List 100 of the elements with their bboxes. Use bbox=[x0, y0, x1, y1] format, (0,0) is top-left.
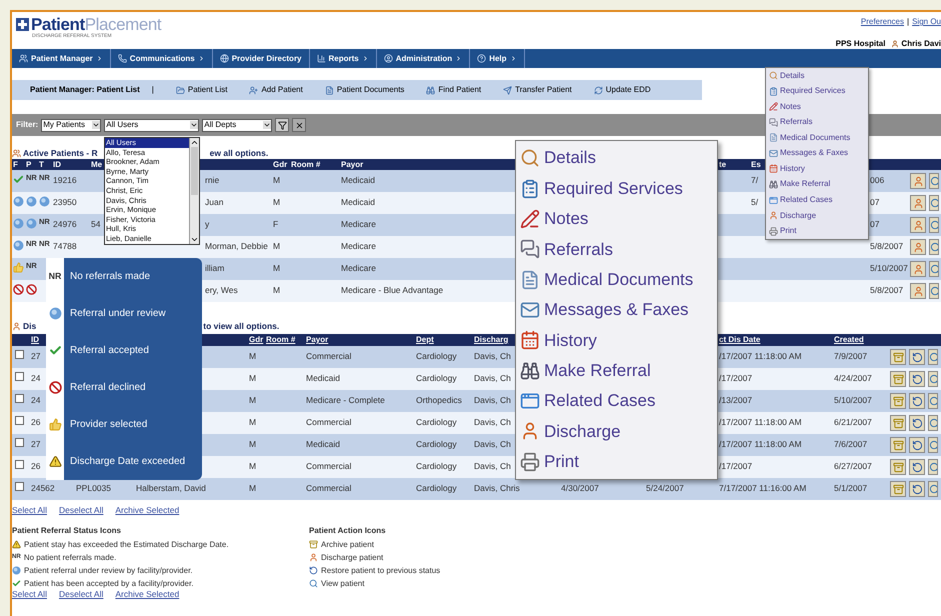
toolbar-button[interactable]: Find Patient bbox=[426, 84, 482, 96]
discharge-button[interactable] bbox=[910, 195, 926, 211]
menu-item[interactable]: Notes bbox=[520, 206, 717, 232]
people-icon bbox=[19, 54, 28, 63]
menu-item[interactable]: Make Referral bbox=[769, 178, 868, 190]
checkbox[interactable] bbox=[15, 394, 24, 403]
toolbar-button[interactable]: Update EDD bbox=[594, 84, 651, 96]
text-link[interactable]: Select All bbox=[12, 504, 47, 516]
toolbar-button[interactable]: Transfer Patient bbox=[503, 84, 572, 96]
table-cell: 26 bbox=[31, 416, 40, 429]
menu-item[interactable]: Discharge bbox=[769, 210, 868, 222]
checkbox[interactable] bbox=[15, 372, 24, 381]
text-link[interactable]: Deselect All bbox=[58, 504, 104, 516]
scroll-up-icon[interactable] bbox=[190, 138, 199, 147]
archive-icon bbox=[892, 418, 904, 428]
text-link[interactable]: Deselect All bbox=[58, 588, 104, 600]
menu-item[interactable]: Referrals bbox=[520, 236, 717, 262]
table-cell: M bbox=[249, 438, 256, 451]
text-link[interactable]: Archive Selected bbox=[115, 588, 180, 600]
checkbox[interactable] bbox=[15, 416, 24, 425]
discharge-button[interactable] bbox=[910, 261, 926, 277]
callout-label: Referral declined bbox=[70, 381, 146, 395]
archive-button[interactable] bbox=[890, 481, 906, 497]
restore-button[interactable] bbox=[909, 393, 925, 409]
menu-item[interactable]: History bbox=[769, 162, 868, 175]
table-cell: F bbox=[273, 218, 278, 231]
menu-item[interactable]: Messages & Faxes bbox=[769, 147, 868, 160]
archive-button[interactable] bbox=[890, 415, 906, 431]
window-icon bbox=[769, 196, 778, 205]
scrollbar[interactable] bbox=[189, 138, 199, 244]
menu-item[interactable]: Messages & Faxes bbox=[520, 297, 717, 323]
table-cell: 27 bbox=[31, 438, 40, 451]
restore-button[interactable] bbox=[909, 415, 925, 431]
nav-menu[interactable]: Administration bbox=[376, 49, 470, 68]
archive-button[interactable] bbox=[890, 393, 906, 409]
select-field[interactable]: All Users bbox=[104, 118, 200, 132]
menu-item[interactable]: Medical Documents bbox=[520, 266, 717, 292]
checkbox[interactable] bbox=[15, 460, 24, 469]
select-field[interactable]: All Depts bbox=[202, 118, 272, 132]
checkbox[interactable] bbox=[15, 350, 24, 359]
discharge-button[interactable] bbox=[910, 217, 926, 233]
nav-menu[interactable]: Patient Manager bbox=[12, 49, 111, 68]
discharge-button[interactable] bbox=[910, 239, 926, 255]
sign-out-link[interactable]: Sign Ou bbox=[912, 16, 941, 28]
restore-button[interactable] bbox=[909, 437, 925, 453]
menu-item[interactable]: Details bbox=[520, 145, 717, 171]
nav-menu[interactable]: Provider Directory bbox=[212, 49, 310, 68]
restore-button[interactable] bbox=[909, 371, 925, 387]
menu-item[interactable]: Referrals bbox=[769, 116, 868, 128]
restore-button[interactable] bbox=[909, 459, 925, 475]
column-header: Me bbox=[91, 160, 102, 168]
toolbar-button[interactable]: Patient List bbox=[176, 84, 228, 96]
text-link[interactable]: Select All bbox=[12, 588, 47, 600]
restore-button[interactable] bbox=[909, 349, 925, 365]
legend-item: Patient stay has exceeded the Estimated Discharge Date. bbox=[24, 538, 229, 550]
menu-item[interactable]: History bbox=[520, 328, 717, 354]
table-cell: 5/24/2007 bbox=[646, 482, 684, 495]
table-cell: Medicare bbox=[341, 240, 376, 253]
preferences-link[interactable]: Preferences bbox=[860, 16, 904, 28]
archive-button[interactable] bbox=[890, 459, 906, 475]
scroll-down-icon[interactable] bbox=[190, 235, 199, 244]
text-link[interactable]: Archive Selected bbox=[115, 504, 180, 516]
menu-item[interactable]: Print bbox=[520, 449, 717, 475]
archive-icon bbox=[309, 540, 318, 549]
menu-item[interactable]: Discharge bbox=[520, 418, 717, 444]
menu-item[interactable]: Related Cases bbox=[520, 388, 717, 414]
menu-item[interactable]: Required Services bbox=[520, 176, 717, 202]
nav-menu[interactable]: Help bbox=[470, 49, 525, 68]
toolbar-button[interactable]: Add Patient bbox=[249, 84, 303, 96]
restore-button[interactable] bbox=[909, 481, 925, 497]
separator: | bbox=[152, 84, 154, 96]
clear-button[interactable] bbox=[292, 118, 306, 132]
menu-item[interactable]: Related Cases bbox=[769, 194, 868, 206]
archive-button[interactable] bbox=[890, 437, 906, 453]
menu-item[interactable]: Required Services bbox=[769, 85, 868, 98]
chat-icon bbox=[769, 118, 778, 127]
select-field[interactable]: My Patients bbox=[41, 118, 102, 132]
user-icon bbox=[891, 40, 900, 48]
table-cell: Medicaid bbox=[306, 438, 340, 451]
nav-menu[interactable]: Communications bbox=[110, 49, 213, 68]
archive-button[interactable] bbox=[890, 349, 906, 365]
table-cell: Medicare bbox=[341, 218, 376, 231]
discharge-button[interactable] bbox=[910, 173, 926, 189]
pencil-icon bbox=[520, 208, 540, 229]
discharge-button[interactable] bbox=[910, 283, 926, 299]
archive-button[interactable] bbox=[890, 371, 906, 387]
menu-item[interactable]: Make Referral bbox=[520, 358, 717, 384]
filter-button[interactable] bbox=[275, 118, 290, 132]
discharge-icon bbox=[912, 176, 924, 186]
menu-item[interactable]: Notes bbox=[769, 100, 868, 113]
toolbar-button[interactable]: Patient Documents bbox=[324, 84, 404, 96]
menu-item[interactable]: Medical Documents bbox=[769, 132, 868, 144]
menu-item[interactable]: Print bbox=[769, 225, 868, 238]
menu-item[interactable]: Details bbox=[769, 70, 868, 82]
checkbox[interactable] bbox=[15, 438, 24, 447]
checkbox[interactable] bbox=[15, 482, 24, 491]
table-cell: 6/21/2007 bbox=[834, 416, 872, 429]
column-header: te bbox=[719, 160, 726, 168]
table-cell: 7/9/2007 bbox=[834, 350, 868, 363]
nav-menu[interactable]: Reports bbox=[310, 49, 377, 68]
